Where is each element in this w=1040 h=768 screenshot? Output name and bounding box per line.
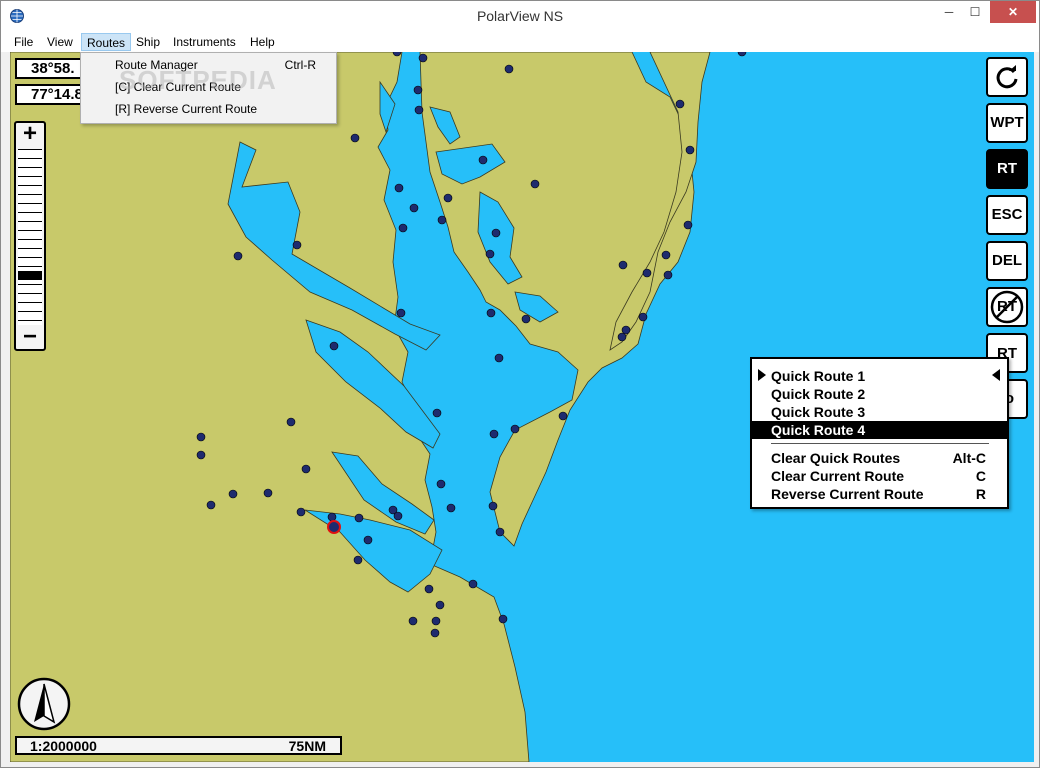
route-manager-shortcut: Ctrl-R — [284, 58, 316, 72]
title-bar: PolarView NS ─ ☐ ✕ — [1, 1, 1039, 31]
zoom-in-button[interactable]: + — [16, 122, 44, 147]
zoom-slider[interactable]: + − — [14, 121, 46, 351]
clear-current-route-ctx-shortcut: C — [975, 468, 986, 484]
land-eastern-shore — [419, 52, 695, 547]
app-window: PolarView NS ─ ☐ ✕ File View Routes Ship… — [0, 0, 1040, 768]
menu-ship[interactable]: Ship — [131, 33, 165, 51]
menu-bar: File View Routes Ship Instruments Help — [1, 31, 1039, 52]
waypoint-button[interactable]: WPT — [986, 103, 1028, 143]
scale-ratio: 1:2000000 — [30, 738, 97, 754]
menu-instruments[interactable]: Instruments — [168, 33, 241, 51]
menu-view[interactable]: View — [42, 33, 78, 51]
route-button[interactable]: RT — [986, 149, 1028, 189]
minimize-button[interactable]: ─ — [936, 1, 962, 23]
reverse-current-route-item[interactable]: [R] Reverse Current Route — [115, 99, 330, 119]
no-route-button[interactable]: RT — [986, 287, 1028, 327]
zoom-thumb[interactable] — [18, 271, 42, 280]
window-title: PolarView NS — [476, 8, 564, 24]
quick-route-4[interactable]: Quick Route 4 — [752, 421, 1007, 439]
refresh-icon — [996, 65, 1018, 89]
menu-routes[interactable]: Routes — [81, 33, 132, 51]
quick-route-1[interactable]: Quick Route 1 — [752, 367, 1007, 385]
quick-route-context-menu: Quick Route 1 Quick Route 2 Quick Route … — [750, 357, 1009, 509]
clear-current-route-ctx-item[interactable]: Clear Current Route C — [752, 467, 1007, 485]
zoom-out-button[interactable]: − — [16, 325, 44, 350]
clear-current-route-ctx-label: Clear Current Route — [771, 468, 905, 484]
longitude-display: 77°14.8 — [15, 84, 87, 105]
no-route-label: RT — [997, 298, 1017, 315]
delete-button[interactable]: DEL — [986, 241, 1028, 281]
scale-distance: 75NM — [288, 738, 326, 754]
quick-route-3[interactable]: Quick Route 3 — [752, 403, 1007, 421]
north-arrow-icon — [17, 677, 71, 731]
reverse-current-route-ctx-label: Reverse Current Route — [771, 486, 924, 502]
clear-quick-routes-shortcut: Alt-C — [952, 450, 986, 466]
reverse-current-route-label: [R] Reverse Current Route — [115, 102, 258, 116]
latitude-display: 38°58. — [15, 58, 87, 79]
watermark: SOFTPEDIA — [119, 65, 277, 95]
reverse-current-route-ctx-item[interactable]: Reverse Current Route R — [752, 485, 1007, 503]
clear-quick-routes-label: Clear Quick Routes — [771, 450, 901, 466]
menu-help[interactable]: Help — [245, 33, 280, 51]
scale-bar: 1:2000000 75NM — [15, 736, 342, 755]
menu-file[interactable]: File — [9, 33, 38, 51]
menu-separator — [771, 443, 989, 444]
selected-waypoint — [327, 520, 341, 534]
close-button[interactable]: ✕ — [990, 1, 1036, 23]
escape-button[interactable]: ESC — [986, 195, 1028, 235]
clear-quick-routes-item[interactable]: Clear Quick Routes Alt-C — [752, 449, 1007, 467]
quick-route-2[interactable]: Quick Route 2 — [752, 385, 1007, 403]
reverse-current-route-ctx-shortcut: R — [975, 486, 986, 502]
maximize-button[interactable]: ☐ — [962, 1, 988, 23]
zoom-track[interactable] — [18, 149, 42, 325]
refresh-button[interactable] — [986, 57, 1028, 97]
